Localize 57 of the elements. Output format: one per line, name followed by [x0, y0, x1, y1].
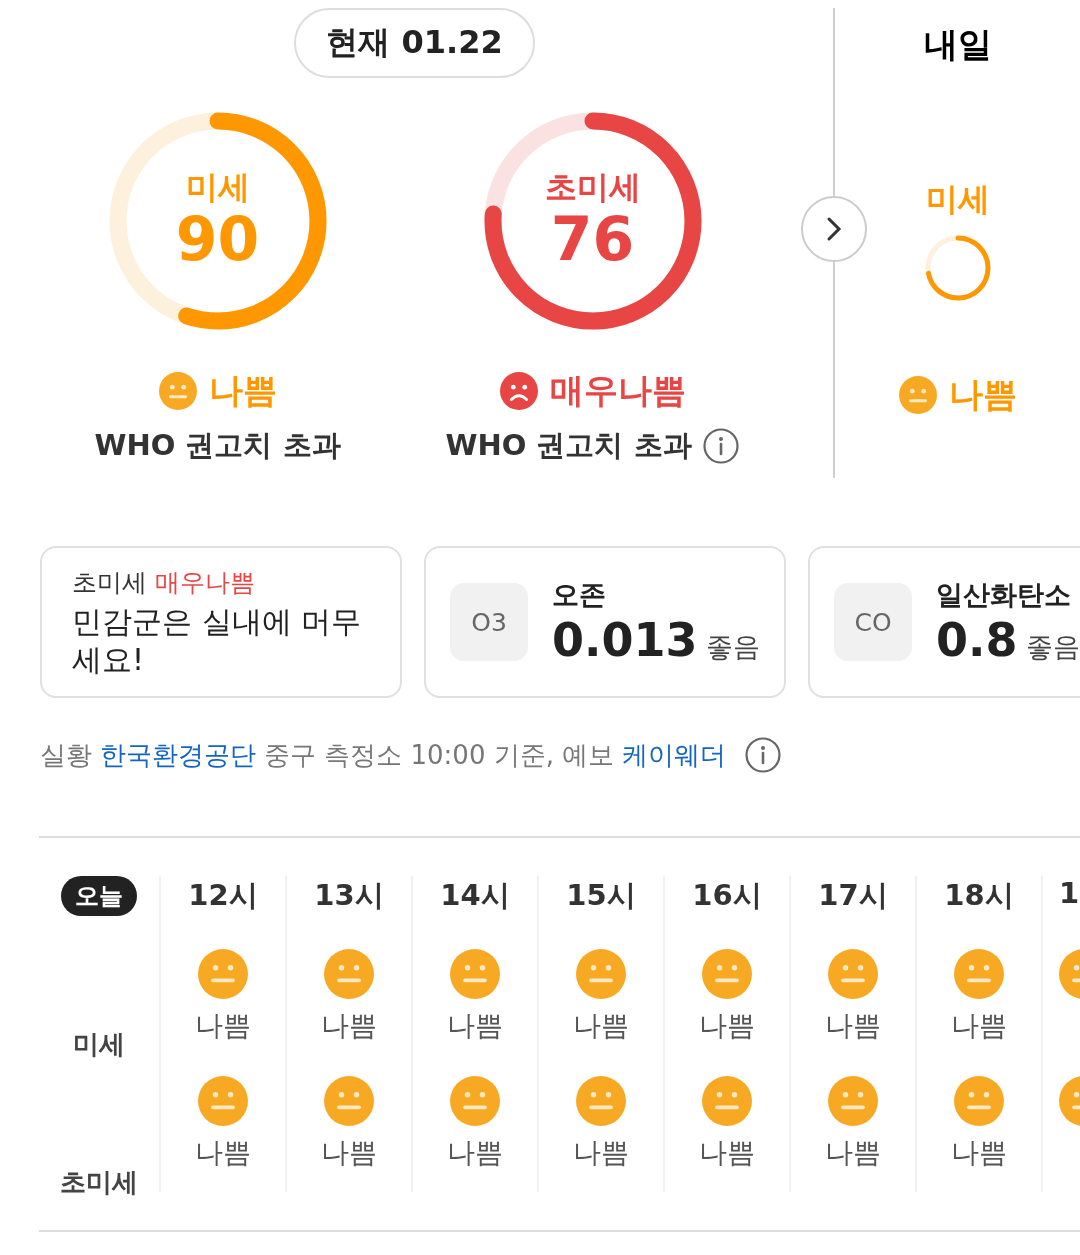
row-label: 미세: [73, 1028, 125, 1061]
hour-label: 16시: [692, 877, 762, 914]
grade-label: 나쁨: [699, 1007, 755, 1044]
pollutant-value: 90: [175, 205, 260, 272]
date-pill: 현재 01.22: [294, 8, 535, 78]
grade-label: 나쁨: [195, 1135, 251, 1172]
pollutant-label: 미세: [185, 170, 250, 206]
symbol-badge: O3: [450, 583, 528, 661]
grade-label: 나쁨: [447, 1135, 503, 1172]
hour-label: 12시: [188, 877, 258, 914]
info-icon[interactable]: [744, 736, 783, 774]
grade-label: 나쁨: [948, 373, 1017, 416]
grade-label: 나쁨: [573, 1007, 629, 1044]
hour-label: 18시: [944, 877, 1014, 914]
grade-label: 나쁨: [447, 1007, 503, 1044]
hour-label: 17시: [818, 877, 888, 914]
hour-label: 1: [1059, 876, 1080, 910]
source-text: 중구 측정소 10:00 기준, 예보: [264, 738, 615, 772]
info-icon[interactable]: [701, 427, 740, 465]
provider-link[interactable]: 한국환경공단: [100, 737, 256, 773]
pollutant-value: 76: [550, 205, 635, 272]
grade-label: 매우나쁨: [549, 369, 686, 412]
grade-label: 나쁨: [321, 1135, 377, 1172]
source-text: 실황: [40, 738, 92, 772]
grade-label: 나쁨: [573, 1135, 629, 1172]
alert-message: 민감군은 실내에 머무세요!: [72, 603, 363, 678]
grade-label: 나쁨: [951, 1007, 1007, 1044]
grade-label: 나쁨: [699, 1135, 755, 1172]
neutral-face-icon: [898, 376, 937, 414]
pollutant-value: 0.8: [936, 613, 1018, 667]
symbol-badge: CO: [834, 583, 912, 661]
grade-label: 나쁨: [825, 1135, 881, 1172]
who-note: WHO 권고치 초과: [445, 427, 692, 464]
grade-label: 좋음: [705, 630, 760, 664]
gauge-ring: [923, 234, 992, 302]
day-pill: 오늘: [61, 876, 137, 916]
pollutant-label: 미세: [925, 179, 990, 220]
hour-label: 13시: [314, 877, 384, 914]
hour-label: 14시: [440, 877, 510, 914]
grade-label: 나쁨: [321, 1007, 377, 1044]
neutral-face-icon: [158, 372, 197, 410]
hour-label: 15시: [566, 877, 636, 914]
pollutant-value: 0.013: [552, 613, 698, 667]
forecaster-link[interactable]: 케이웨더: [622, 737, 727, 773]
tomorrow-title: 내일: [923, 23, 992, 66]
pollutant-label: 초미세: [544, 170, 641, 206]
grade-label: 나쁨: [951, 1135, 1007, 1172]
pollutant-name: 일산화탄소: [936, 578, 1072, 612]
who-note: WHO 권고치 초과: [94, 427, 341, 464]
row-label: 초미세: [60, 1166, 138, 1199]
grade-label: 좋음: [1025, 630, 1080, 664]
sad-face-icon: [499, 372, 538, 410]
alert-title: 초미세 매우나쁨: [72, 567, 256, 599]
grade-label: 나쁨: [208, 369, 277, 412]
grade-label: 나쁨: [825, 1007, 881, 1044]
pollutant-name: 오존: [552, 578, 607, 612]
grade-label: 나쁨: [195, 1007, 251, 1044]
